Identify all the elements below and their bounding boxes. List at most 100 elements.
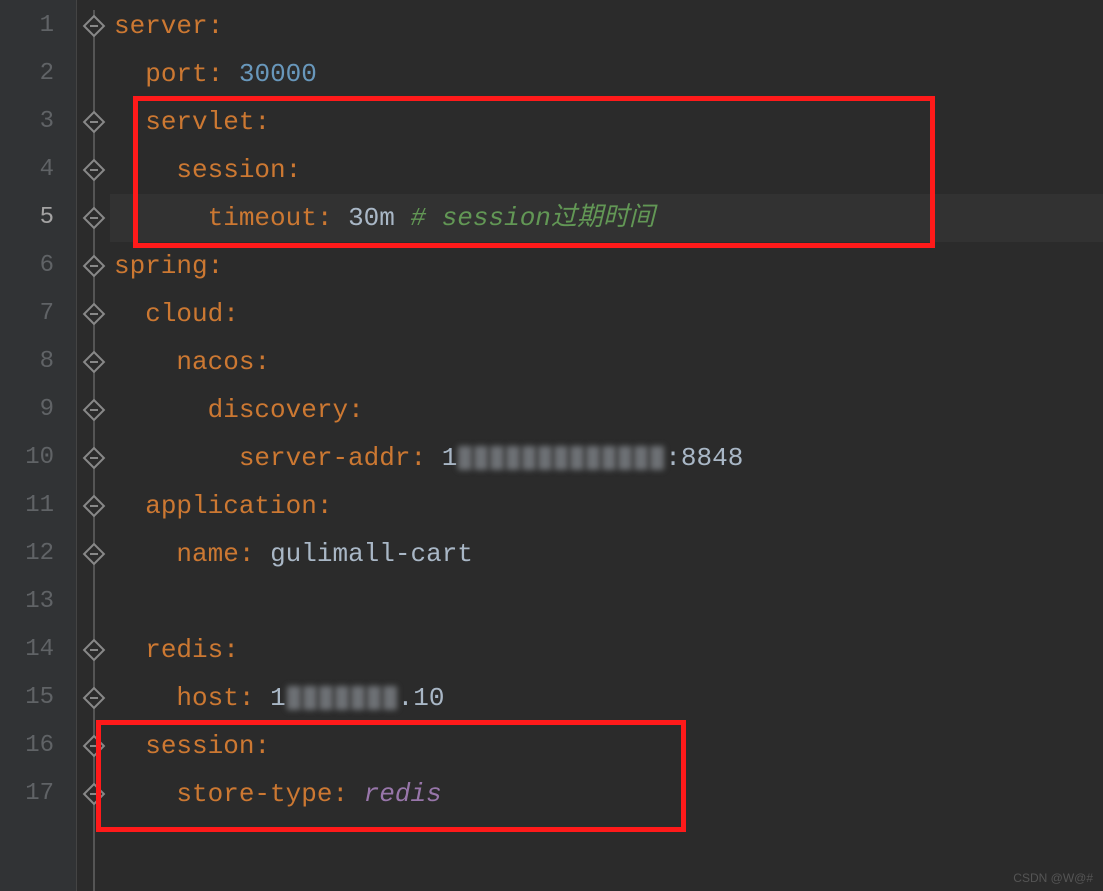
token-colon: : bbox=[239, 539, 270, 569]
fold-marker[interactable] bbox=[77, 290, 110, 338]
code-line[interactable]: discovery: bbox=[110, 386, 1103, 434]
token-key: discovery bbox=[208, 395, 348, 425]
token-colon: : bbox=[410, 443, 441, 473]
fold-marker[interactable] bbox=[77, 194, 110, 242]
fold-marker[interactable] bbox=[77, 2, 110, 50]
token-colon: : bbox=[208, 251, 224, 281]
fold-marker[interactable] bbox=[77, 434, 110, 482]
code-line[interactable]: server-addr: 1 :8848 bbox=[110, 434, 1103, 482]
fold-collapse-icon bbox=[82, 351, 105, 374]
line-number: 3 bbox=[0, 98, 76, 146]
token-string: .10 bbox=[398, 683, 445, 713]
fold-marker[interactable] bbox=[77, 674, 110, 722]
fold-marker[interactable] bbox=[77, 482, 110, 530]
line-number: 13 bbox=[0, 578, 76, 626]
token-key: session bbox=[176, 155, 285, 185]
fold-marker[interactable] bbox=[77, 626, 110, 674]
code-area[interactable]: server: port: 30000 servlet: session: ti… bbox=[110, 0, 1103, 891]
line-number: 17 bbox=[0, 770, 76, 818]
line-number: 1 bbox=[0, 2, 76, 50]
code-line[interactable]: nacos: bbox=[110, 338, 1103, 386]
fold-collapse-icon bbox=[82, 687, 105, 710]
fold-marker[interactable] bbox=[77, 242, 110, 290]
redacted-char bbox=[650, 446, 664, 470]
fold-collapse-icon bbox=[82, 159, 105, 182]
fold-collapse-icon bbox=[82, 543, 105, 566]
code-line[interactable] bbox=[110, 578, 1103, 626]
redacted-char bbox=[538, 446, 552, 470]
code-line[interactable]: name: gulimall-cart bbox=[110, 530, 1103, 578]
token-key: application bbox=[145, 491, 317, 521]
fold-collapse-icon bbox=[82, 639, 105, 662]
line-number: 12 bbox=[0, 530, 76, 578]
token-colon: : bbox=[223, 299, 239, 329]
fold-marker[interactable] bbox=[77, 530, 110, 578]
token-colon: : bbox=[317, 203, 348, 233]
code-line[interactable]: store-type: redis bbox=[110, 770, 1103, 818]
code-line[interactable]: server: bbox=[110, 2, 1103, 50]
fold-collapse-icon bbox=[82, 111, 105, 134]
fold-marker[interactable] bbox=[77, 146, 110, 194]
line-number: 8 bbox=[0, 338, 76, 386]
fold-collapse-icon bbox=[82, 399, 105, 422]
line-number: 5 bbox=[0, 194, 76, 242]
token-value-literal: redis bbox=[364, 779, 442, 809]
code-line[interactable]: redis: bbox=[110, 626, 1103, 674]
token-colon: : bbox=[208, 59, 239, 89]
fold-column bbox=[76, 0, 110, 891]
token-string: :8848 bbox=[665, 443, 743, 473]
fold-marker[interactable] bbox=[77, 98, 110, 146]
fold-collapse-icon bbox=[82, 495, 105, 518]
token-key: server-addr bbox=[239, 443, 411, 473]
fold-marker bbox=[77, 578, 110, 626]
fold-marker[interactable] bbox=[77, 722, 110, 770]
fold-marker[interactable] bbox=[77, 338, 110, 386]
fold-collapse-icon bbox=[82, 255, 105, 278]
redacted-char bbox=[474, 446, 488, 470]
redacted-char bbox=[634, 446, 648, 470]
token-key: timeout bbox=[208, 203, 317, 233]
code-line[interactable]: port: 30000 bbox=[110, 50, 1103, 98]
redacted-char bbox=[303, 686, 317, 710]
token-colon: : bbox=[254, 107, 270, 137]
token-colon: : bbox=[317, 491, 333, 521]
code-line[interactable]: session: bbox=[110, 722, 1103, 770]
fold-marker[interactable] bbox=[77, 770, 110, 818]
token-key: servlet bbox=[145, 107, 254, 137]
line-number: 15 bbox=[0, 674, 76, 722]
token-colon: : bbox=[239, 683, 270, 713]
token-string: 1 bbox=[442, 443, 458, 473]
token-key: server bbox=[114, 11, 208, 41]
redacted-char bbox=[586, 446, 600, 470]
code-line[interactable]: servlet: bbox=[110, 98, 1103, 146]
token-colon: : bbox=[348, 395, 364, 425]
line-number: 11 bbox=[0, 482, 76, 530]
token-key: name bbox=[176, 539, 238, 569]
code-line[interactable]: timeout: 30m # session过期时间 bbox=[110, 194, 1103, 242]
token-colon: : bbox=[254, 347, 270, 377]
line-number: 6 bbox=[0, 242, 76, 290]
token-colon: : bbox=[208, 11, 224, 41]
token-colon: : bbox=[223, 635, 239, 665]
token-key: port bbox=[145, 59, 207, 89]
line-number: 10 bbox=[0, 434, 76, 482]
redacted-char bbox=[351, 686, 365, 710]
fold-collapse-icon bbox=[82, 735, 105, 758]
line-number: 4 bbox=[0, 146, 76, 194]
fold-marker bbox=[77, 50, 110, 98]
token-colon: : bbox=[286, 155, 302, 185]
code-line[interactable]: session: bbox=[110, 146, 1103, 194]
token-string: 1 bbox=[270, 683, 286, 713]
redacted-char bbox=[522, 446, 536, 470]
token-comment: # session过期时间 bbox=[410, 203, 654, 233]
line-number: 2 bbox=[0, 50, 76, 98]
code-line[interactable]: host: 1 .10 bbox=[110, 674, 1103, 722]
code-line[interactable]: spring: bbox=[110, 242, 1103, 290]
token-colon: : bbox=[332, 779, 363, 809]
redacted-char bbox=[618, 446, 632, 470]
token-key: host bbox=[176, 683, 238, 713]
code-line[interactable]: cloud: bbox=[110, 290, 1103, 338]
line-number-gutter: 1234567891011121314151617 bbox=[0, 0, 76, 891]
fold-marker[interactable] bbox=[77, 386, 110, 434]
code-line[interactable]: application: bbox=[110, 482, 1103, 530]
